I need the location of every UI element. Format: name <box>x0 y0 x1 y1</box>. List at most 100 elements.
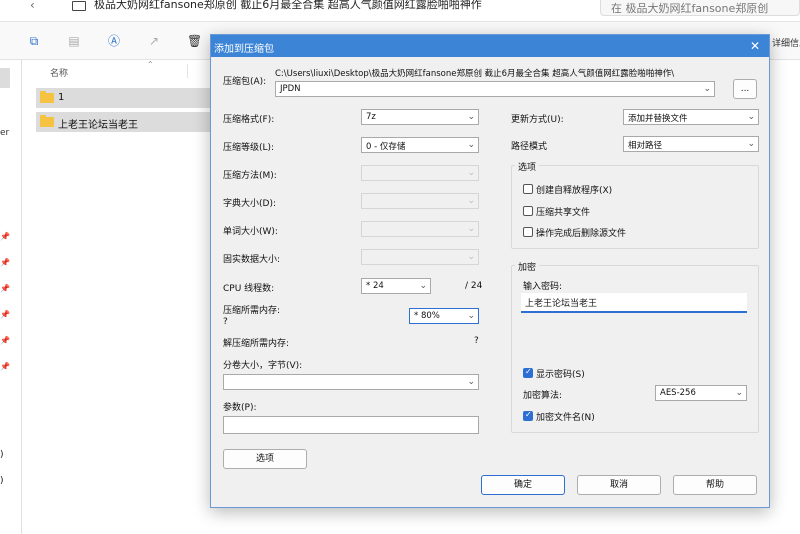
back-arrow-icon[interactable]: ‹ <box>30 0 44 14</box>
show-password-checkbox[interactable]: 显示密码(S) <box>523 367 585 380</box>
chevron-down-icon: ⌄ <box>467 224 475 234</box>
rename-icon[interactable]: Ⓐ <box>107 34 121 48</box>
mem-comp-value: ? <box>223 317 228 327</box>
delete-icon[interactable]: 🗑 <box>187 34 202 48</box>
cpu-label: CPU 线程数: <box>223 284 275 294</box>
cpu-total: / 24 <box>465 281 483 291</box>
nav-item-fragment[interactable]: er <box>0 128 9 138</box>
pin-icon: 📌 <box>0 310 10 319</box>
method-select[interactable]: ⌄ <box>361 165 479 181</box>
dict-select[interactable]: ⌄ <box>361 193 479 209</box>
update-select[interactable]: 添加并替换文件 ⌄ <box>623 109 759 125</box>
breadcrumb[interactable]: 极品大奶网红fansone郑原创 截止6月最全合集 超高人气颜值网红露脸啪啪神作 <box>94 0 482 10</box>
solid-label: 固实数据大小: <box>223 255 281 265</box>
pathmode-label: 路径模式 <box>511 142 548 152</box>
delete-source-checkbox[interactable]: 操作完成后删除源文件 <box>523 226 626 239</box>
details-button[interactable]: 详细信息 <box>772 36 800 49</box>
options-group-title: 选项 <box>515 160 540 173</box>
mem-decomp-value: ? <box>474 336 479 346</box>
pathmode-select[interactable]: 相对路径 ⌄ <box>623 136 759 152</box>
pathmode-value: 相对路径 <box>628 141 663 151</box>
close-icon[interactable]: ✕ <box>747 38 763 54</box>
format-value: 7z <box>366 112 376 122</box>
file-name: 1 <box>58 92 65 103</box>
checkbox-box <box>523 367 533 378</box>
password-value: 上老王论坛当老王 <box>525 299 598 309</box>
params-label: 参数(P): <box>223 403 257 413</box>
level-label: 压缩等级(L): <box>223 143 275 153</box>
column-header-name[interactable]: 名称 <box>50 66 68 79</box>
cpu-select[interactable]: * 24 ⌄ <box>361 278 431 294</box>
pin-icon: 📌 <box>0 232 10 241</box>
encrypt-names-checkbox[interactable]: 加密文件名(N) <box>523 410 595 423</box>
sort-chevron-icon: ⌃ <box>147 60 154 69</box>
mem-usage-value: * 80% <box>414 311 440 321</box>
checkbox-box <box>523 184 533 194</box>
list-item[interactable]: 上老王论坛当老王 <box>36 112 232 132</box>
mem-usage-select[interactable]: * 80% ⌄ <box>409 308 479 324</box>
ok-button[interactable]: 确定 <box>481 475 565 495</box>
solid-select[interactable]: ⌄ <box>361 249 479 265</box>
pin-icon: 📌 <box>0 284 10 293</box>
folder-icon <box>40 115 54 127</box>
encryption-group-title: 加密 <box>515 260 540 273</box>
archive-name-combo[interactable]: JPDN ⌄ <box>275 81 715 97</box>
archive-label: 压缩包(A): <box>223 77 267 87</box>
nav-drive-fragment[interactable]: ) <box>0 450 4 460</box>
archive-path: C:\Users\liuxi\Desktop\极品大奶网红fansone郑原创 … <box>275 69 675 79</box>
level-value: 0 - 仅存储 <box>366 142 406 152</box>
password-label: 输入密码: <box>523 282 563 292</box>
chevron-down-icon: ⌄ <box>467 140 475 150</box>
sfx-label: 创建自释放程序(X) <box>536 186 613 196</box>
folder-icon <box>40 91 54 103</box>
word-select[interactable]: ⌄ <box>361 221 479 237</box>
sfx-checkbox[interactable]: 创建自释放程序(X) <box>523 183 612 196</box>
help-button[interactable]: 帮助 <box>673 475 757 495</box>
options-button[interactable]: 选项 <box>223 449 307 469</box>
format-select[interactable]: 7z ⌄ <box>361 109 479 125</box>
params-input[interactable] <box>223 416 479 434</box>
level-select[interactable]: 0 - 仅存储 ⌄ <box>361 137 479 153</box>
delete-source-label: 操作完成后删除源文件 <box>536 229 627 239</box>
mem-comp-label: 压缩所需内存: <box>223 306 281 316</box>
enc-method-value: AES-256 <box>660 388 696 398</box>
pin-icon: 📌 <box>0 362 10 371</box>
split-label: 分卷大小，字节(V): <box>223 361 303 371</box>
enc-method-label: 加密算法: <box>523 391 563 401</box>
nav-drive-fragment[interactable]: ) <box>0 476 4 486</box>
chevron-down-icon: ⌄ <box>467 112 475 122</box>
paste-icon[interactable]: ▤ <box>67 34 81 48</box>
dict-label: 字典大小(D): <box>223 199 276 209</box>
chevron-down-icon: ⌄ <box>467 252 475 262</box>
dialog-title-bar[interactable]: 添加到压缩包 ✕ <box>211 35 769 57</box>
mem-decomp-label: 解压缩所需内存: <box>223 339 290 349</box>
chevron-down-icon: ⌄ <box>467 196 475 206</box>
update-value: 添加并替换文件 <box>628 114 688 124</box>
add-to-archive-dialog: 添加到压缩包 ✕ 压缩包(A): C:\Users\liuxi\Desktop\… <box>210 34 770 508</box>
format-label: 压缩格式(F): <box>223 115 275 125</box>
password-input[interactable]: 上老王论坛当老王 <box>521 293 747 313</box>
split-select[interactable]: ⌄ <box>223 374 479 390</box>
archive-name-value: JPDN <box>280 84 301 94</box>
browse-button[interactable]: ... <box>733 79 757 99</box>
chevron-down-icon: ⌄ <box>467 377 475 387</box>
nav-selected-item[interactable] <box>0 68 10 88</box>
shared-checkbox[interactable]: 压缩共享文件 <box>523 205 590 218</box>
share-icon[interactable]: ↗ <box>147 34 161 48</box>
column-divider[interactable] <box>187 64 188 78</box>
file-name: 上老王论坛当老王 <box>58 120 138 131</box>
encrypt-names-label: 加密文件名(N) <box>536 413 595 423</box>
checkbox-box <box>523 410 533 421</box>
navigation-pane: er 📌 📌 📌 📌 📌 📌 ) ) <box>0 60 22 534</box>
dialog-title: 添加到压缩包 <box>214 44 274 55</box>
search-box[interactable]: 在 极品大奶网红fansone郑原创 <box>600 0 800 16</box>
cancel-button[interactable]: 取消 <box>577 475 661 495</box>
chevron-down-icon: ⌄ <box>467 311 475 321</box>
method-label: 压缩方法(M): <box>223 171 277 181</box>
chevron-down-icon: ⌄ <box>703 84 711 94</box>
pin-icon: 📌 <box>0 336 10 345</box>
enc-method-select[interactable]: AES-256 ⌄ <box>655 385 747 401</box>
copy-icon[interactable]: ⧉ <box>27 34 41 48</box>
list-item[interactable]: 1 <box>36 88 232 108</box>
checkbox-box <box>523 206 533 216</box>
